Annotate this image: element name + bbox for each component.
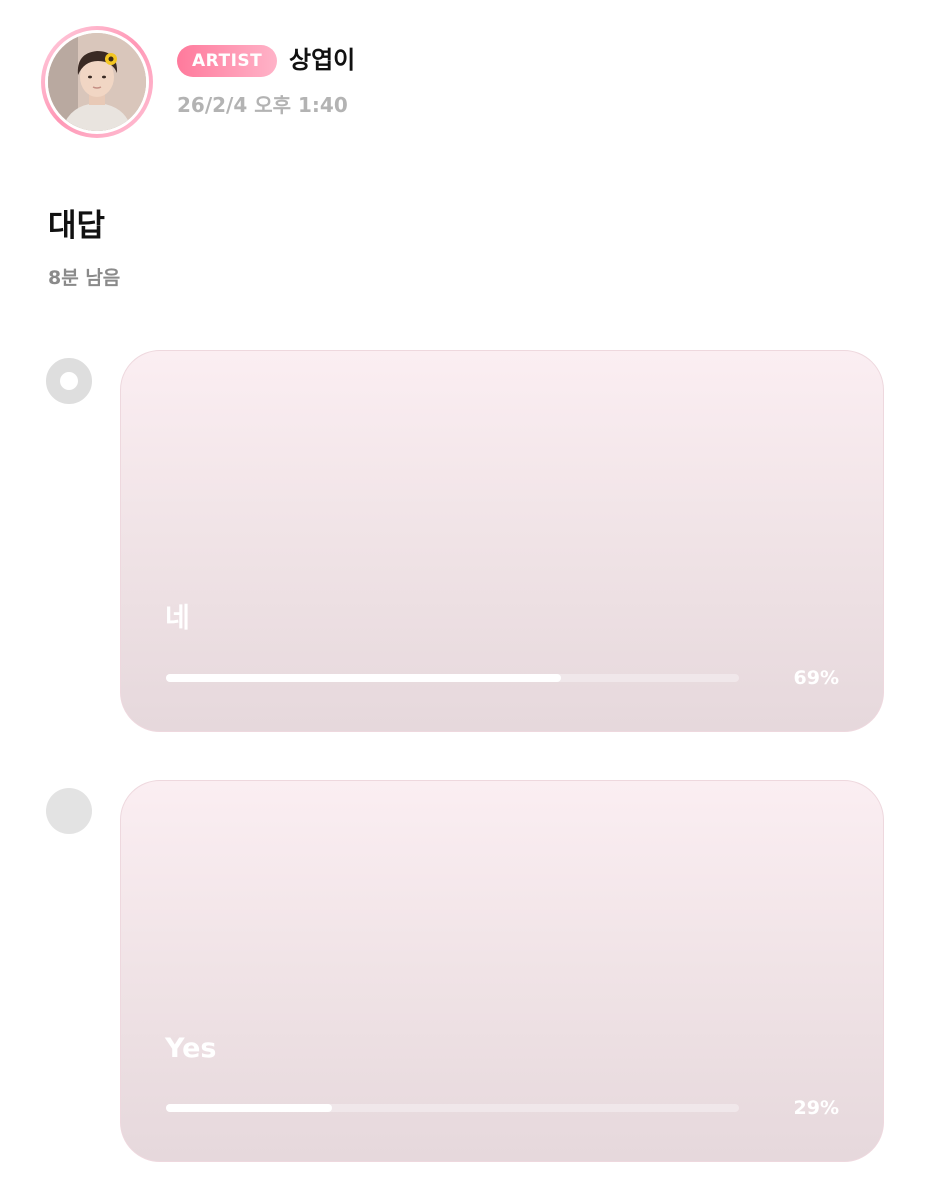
poll-time-remaining: 8분 남음 — [48, 267, 121, 289]
result-bar-fill — [166, 674, 562, 682]
option-label: 네 — [165, 603, 190, 634]
option-percent: 69% — [793, 667, 839, 689]
result-bar-track — [166, 674, 739, 682]
option-radio-selected[interactable] — [46, 358, 92, 404]
poll-title: 대답 — [48, 208, 106, 244]
artist-badge: ARTIST — [177, 45, 278, 77]
poll-option-card[interactable]: 네 69% — [120, 350, 884, 732]
profile-photo-icon — [48, 33, 146, 131]
option-radio[interactable] — [46, 788, 92, 834]
author-name[interactable]: 상엽이 — [289, 44, 355, 76]
option-label: Yes — [165, 1033, 217, 1064]
avatar-border — [45, 30, 149, 134]
result-bar-fill — [166, 1104, 333, 1112]
post-timestamp: 26/2/4 오후 1:40 — [177, 93, 348, 117]
result-bar-track — [166, 1104, 739, 1112]
avatar[interactable] — [41, 26, 153, 138]
poll-option-card[interactable]: Yes 29% — [120, 780, 884, 1162]
option-percent: 29% — [793, 1097, 839, 1119]
